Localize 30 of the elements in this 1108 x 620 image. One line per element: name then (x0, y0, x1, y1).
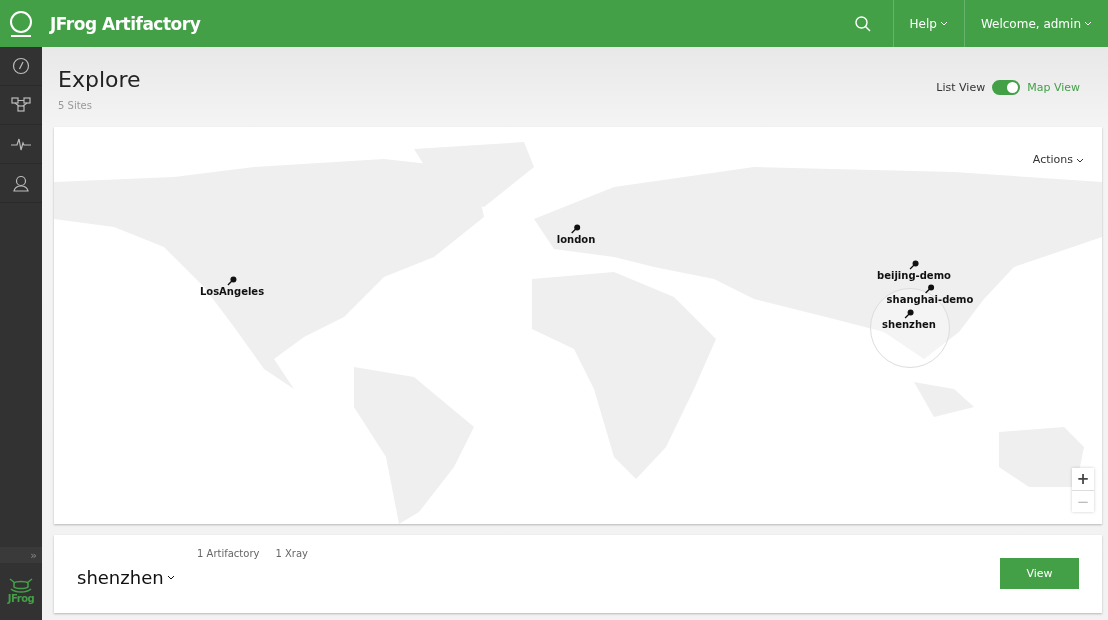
site-name-dropdown[interactable]: shenzhen (77, 566, 197, 588)
compass-icon[interactable] (12, 57, 30, 75)
caret-icon[interactable] (1076, 157, 1084, 163)
map-pin-icon[interactable] (227, 276, 237, 286)
actions-menu[interactable]: Actions (1032, 153, 1084, 166)
zoom-in-button[interactable]: + (1072, 468, 1094, 490)
map-pin-icon[interactable] (925, 284, 935, 294)
pulse-icon[interactable] (11, 137, 31, 151)
map-pin-icon[interactable] (904, 309, 914, 319)
map-pin-icon[interactable] (909, 260, 919, 270)
site-label[interactable]: shenzhen (882, 319, 936, 330)
page-title: Explore (58, 67, 141, 92)
site-label[interactable]: london (556, 234, 596, 245)
caret-icon[interactable] (166, 574, 175, 580)
map-pin-icon[interactable] (571, 224, 581, 234)
list-view-label[interactable]: List View (936, 81, 986, 94)
network-icon[interactable] (11, 97, 31, 113)
logo-icon[interactable] (9, 9, 33, 38)
site-label[interactable]: LosAngeles (199, 286, 265, 297)
service-count: 1 Artifactory (197, 548, 260, 559)
product-name: JFrog Artifactory (50, 12, 201, 36)
frog-logo-icon (8, 577, 34, 593)
view-switch[interactable] (992, 80, 1021, 95)
site-count: 5 Sites (58, 100, 93, 111)
site-label[interactable]: beijing-demo (877, 270, 951, 281)
user-badge-icon[interactable] (12, 174, 30, 192)
service-count: 1 Xray (275, 548, 308, 559)
search-icon[interactable] (854, 15, 871, 32)
site-label[interactable]: shanghai-demo (886, 294, 974, 305)
logo-text: JFrog (7, 593, 35, 604)
